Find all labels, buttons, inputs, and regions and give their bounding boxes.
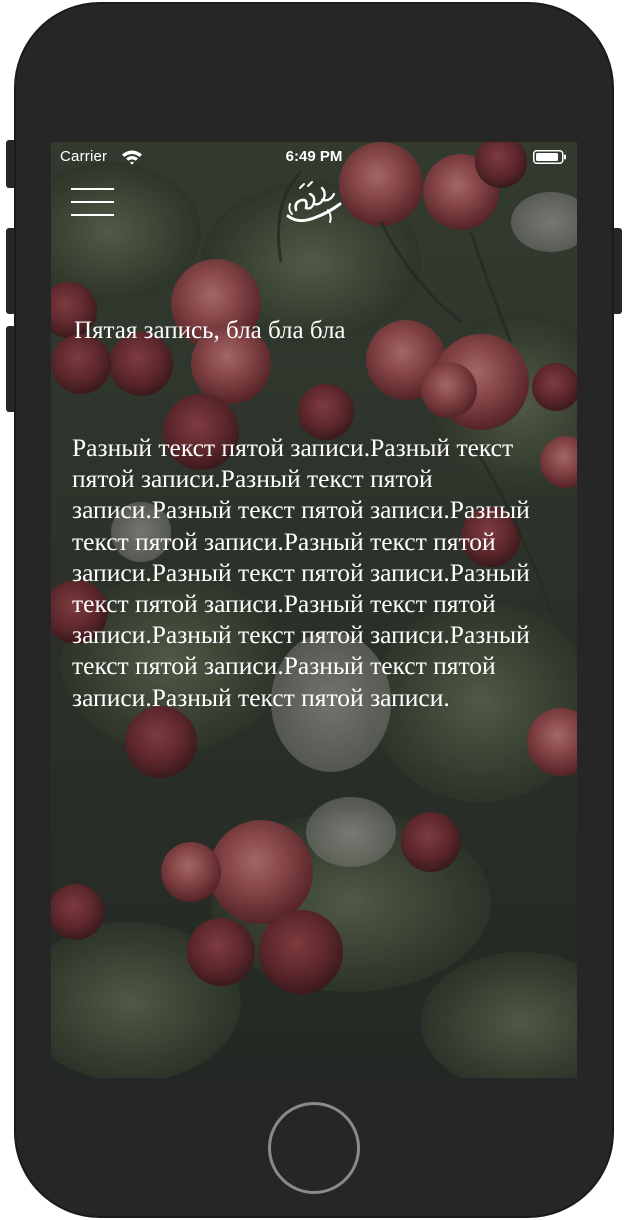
hamburger-menu-icon[interactable] [71, 188, 114, 218]
post-title: Пятая запись, бла бла бла [74, 317, 346, 344]
post-body-text: Разный текст пятой записи.Разный текст п… [72, 433, 530, 712]
clock-time: 6:49 PM [285, 148, 343, 165]
status-bar: Carrier 6:49 PM [51, 142, 577, 172]
home-button[interactable] [268, 1102, 360, 1194]
calligraphy-logo-icon [286, 181, 342, 223]
screen: Carrier 6:49 PM Пятая запись, бла бла бл… [51, 142, 577, 1078]
battery-icon [533, 150, 566, 164]
